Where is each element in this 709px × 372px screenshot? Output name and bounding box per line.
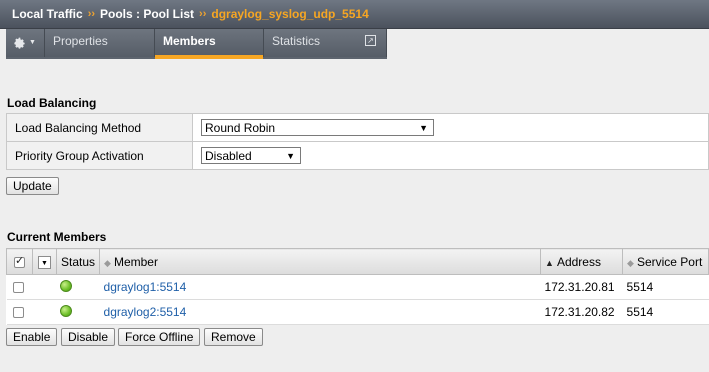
external-link-icon[interactable]: ↗ bbox=[365, 35, 376, 46]
lb-method-select[interactable]: Round Robin ▼ bbox=[201, 119, 434, 136]
status-available-icon bbox=[60, 304, 73, 317]
disable-button[interactable]: Disable bbox=[61, 328, 116, 346]
gear-icon bbox=[14, 37, 25, 49]
priority-label: Priority Group Activation bbox=[6, 141, 193, 170]
member-link[interactable]: dgraylog2:5514 bbox=[104, 305, 187, 319]
lb-method-value: Round Robin bbox=[205, 120, 276, 135]
tab-bar: ▼ Properties Members Statistics ↗ bbox=[6, 29, 387, 59]
members-table: ▼ Status ◆Member ▲Address ◆Service Port … bbox=[6, 248, 709, 325]
current-members-title: Current Members bbox=[7, 230, 107, 244]
breadcrumb-local-traffic[interactable]: Local Traffic bbox=[12, 7, 83, 21]
tab-gear-menu[interactable]: ▼ bbox=[6, 29, 45, 57]
column-member[interactable]: ◆ Member bbox=[99, 248, 542, 275]
load-balancing-title: Load Balancing bbox=[7, 96, 97, 110]
tab-statistics-label: Statistics bbox=[272, 34, 321, 48]
chevron-down-icon: ▼ bbox=[29, 39, 36, 46]
row-checkbox[interactable] bbox=[12, 282, 24, 294]
column-address[interactable]: ▲ Address bbox=[540, 248, 624, 275]
update-button[interactable]: Update bbox=[6, 177, 59, 195]
force-offline-button[interactable]: Force Offline bbox=[118, 328, 201, 346]
column-member-label: Member bbox=[113, 254, 158, 269]
sort-ascending-icon: ▲ bbox=[545, 257, 554, 268]
tab-members[interactable]: Members bbox=[155, 29, 264, 59]
dropdown-arrow-icon: ▼ bbox=[419, 122, 428, 133]
member-port: 5514 bbox=[622, 299, 709, 325]
column-service-port-label: Service Port bbox=[636, 254, 703, 269]
remove-button[interactable]: Remove bbox=[204, 328, 263, 346]
member-port: 5514 bbox=[622, 274, 709, 300]
priority-activation-value: Disabled bbox=[205, 148, 252, 163]
breadcrumb-separator: ›› bbox=[199, 8, 207, 20]
sort-icon: ◆ bbox=[627, 257, 634, 268]
priority-activation-select[interactable]: Disabled ▼ bbox=[201, 147, 301, 164]
member-address: 172.31.20.81 bbox=[540, 274, 623, 300]
breadcrumb: Local Traffic ›› Pools : Pool List ›› dg… bbox=[0, 0, 709, 29]
enable-button[interactable]: Enable bbox=[6, 328, 58, 346]
column-address-label: Address bbox=[556, 254, 601, 269]
status-available-icon bbox=[60, 279, 73, 292]
member-link[interactable]: dgraylog1:5514 bbox=[104, 280, 187, 294]
member-address: 172.31.20.82 bbox=[540, 299, 623, 325]
row-checkbox[interactable] bbox=[12, 307, 24, 319]
dropdown-arrow-icon: ▼ bbox=[286, 150, 295, 161]
tab-statistics[interactable]: Statistics ↗ bbox=[264, 29, 387, 57]
tab-properties[interactable]: Properties bbox=[45, 29, 155, 57]
column-options-dropdown[interactable]: ▼ bbox=[38, 255, 51, 269]
column-status[interactable]: Status bbox=[55, 248, 101, 275]
column-service-port[interactable]: ◆ Service Port bbox=[622, 248, 709, 275]
select-all-checkbox[interactable] bbox=[14, 254, 25, 268]
load-balancing-table: Load Balancing Method Round Robin ▼ Prio… bbox=[6, 113, 709, 170]
sort-icon: ◆ bbox=[104, 257, 111, 268]
members-header-row: ▼ Status ◆Member ▲Address ◆Service Port bbox=[6, 248, 709, 275]
breadcrumb-pool-list[interactable]: Pools : Pool List bbox=[100, 7, 194, 21]
table-row: dgraylog1:5514 172.31.20.81 5514 bbox=[6, 274, 709, 300]
breadcrumb-current-pool: dgraylog_syslog_udp_5514 bbox=[211, 7, 369, 21]
method-label: Load Balancing Method bbox=[6, 113, 193, 142]
table-row: dgraylog2:5514 172.31.20.82 5514 bbox=[6, 299, 709, 325]
breadcrumb-separator: ›› bbox=[87, 8, 96, 20]
